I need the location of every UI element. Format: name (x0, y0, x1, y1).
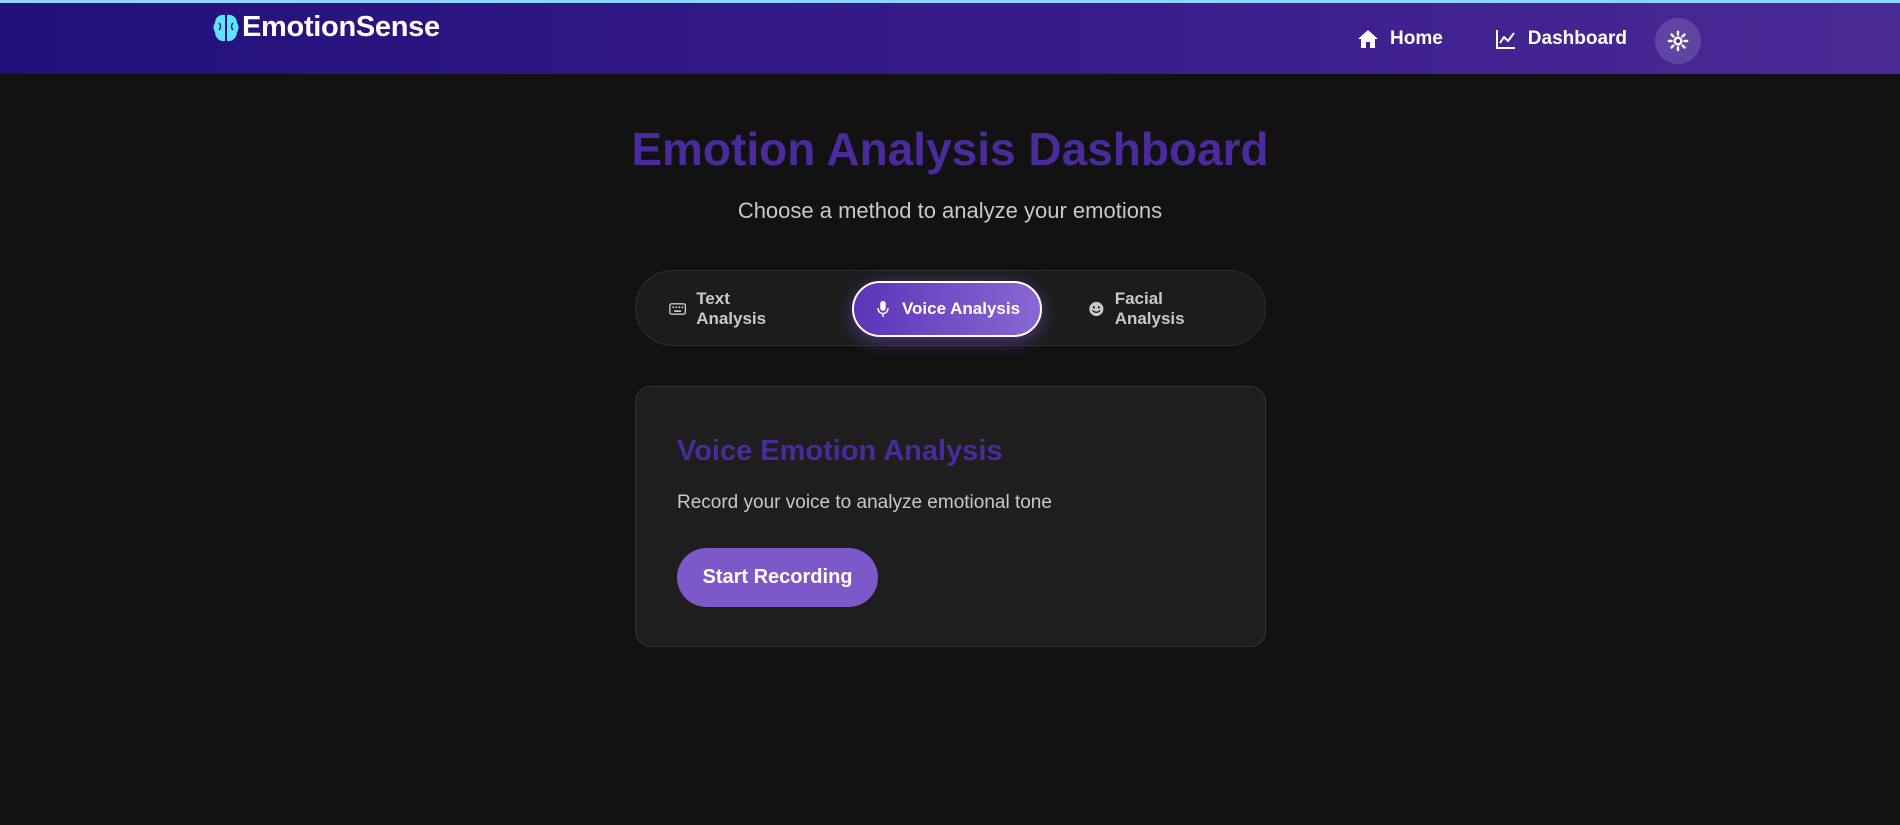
nav-dashboard-link[interactable]: Dashboard (1494, 27, 1627, 51)
nav-dashboard-label: Dashboard (1527, 28, 1628, 49)
keyboard-icon (669, 303, 687, 315)
nav-links: Home Dashboard (1356, 27, 1627, 51)
tab-text-analysis-label: Text Analysis (696, 289, 767, 328)
page-subtitle: Choose a method to analyze your emotions (737, 198, 1163, 223)
chart-line-icon (1495, 30, 1515, 49)
nav-home-link[interactable]: Home (1356, 27, 1443, 51)
voice-analysis-card: Voice Emotion Analysis Record your voice… (635, 386, 1266, 647)
sun-icon (1667, 30, 1689, 52)
brain-icon (213, 14, 239, 41)
card-description: Record your voice to analyze emotional t… (677, 492, 1052, 513)
tab-facial-analysis[interactable]: Facial Analysis (1088, 281, 1228, 337)
page-title: Emotion Analysis Dashboard (631, 123, 1269, 175)
microphone-icon (877, 300, 889, 318)
brand-name: EmotionSense (242, 11, 440, 43)
analysis-method-tabs: Text Analysis Voice Analysis Facial Anal… (635, 270, 1266, 346)
nav-home-label: Home (1390, 28, 1443, 49)
brand-logo[interactable]: EmotionSense (212, 11, 440, 44)
tab-facial-analysis-label: Facial Analysis (1114, 289, 1185, 328)
home-icon (1358, 30, 1378, 48)
smile-icon (1089, 301, 1104, 317)
tab-text-analysis[interactable]: Text Analysis (669, 281, 799, 337)
navbar: EmotionSense Home Dashboard (0, 0, 1900, 74)
tab-voice-analysis[interactable]: Voice Analysis (852, 281, 1042, 337)
tab-voice-analysis-label: Voice Analysis (901, 299, 1021, 318)
card-title: Voice Emotion Analysis (677, 435, 1003, 467)
start-recording-button[interactable]: Start Recording (677, 548, 878, 607)
theme-toggle-button[interactable] (1655, 18, 1701, 64)
